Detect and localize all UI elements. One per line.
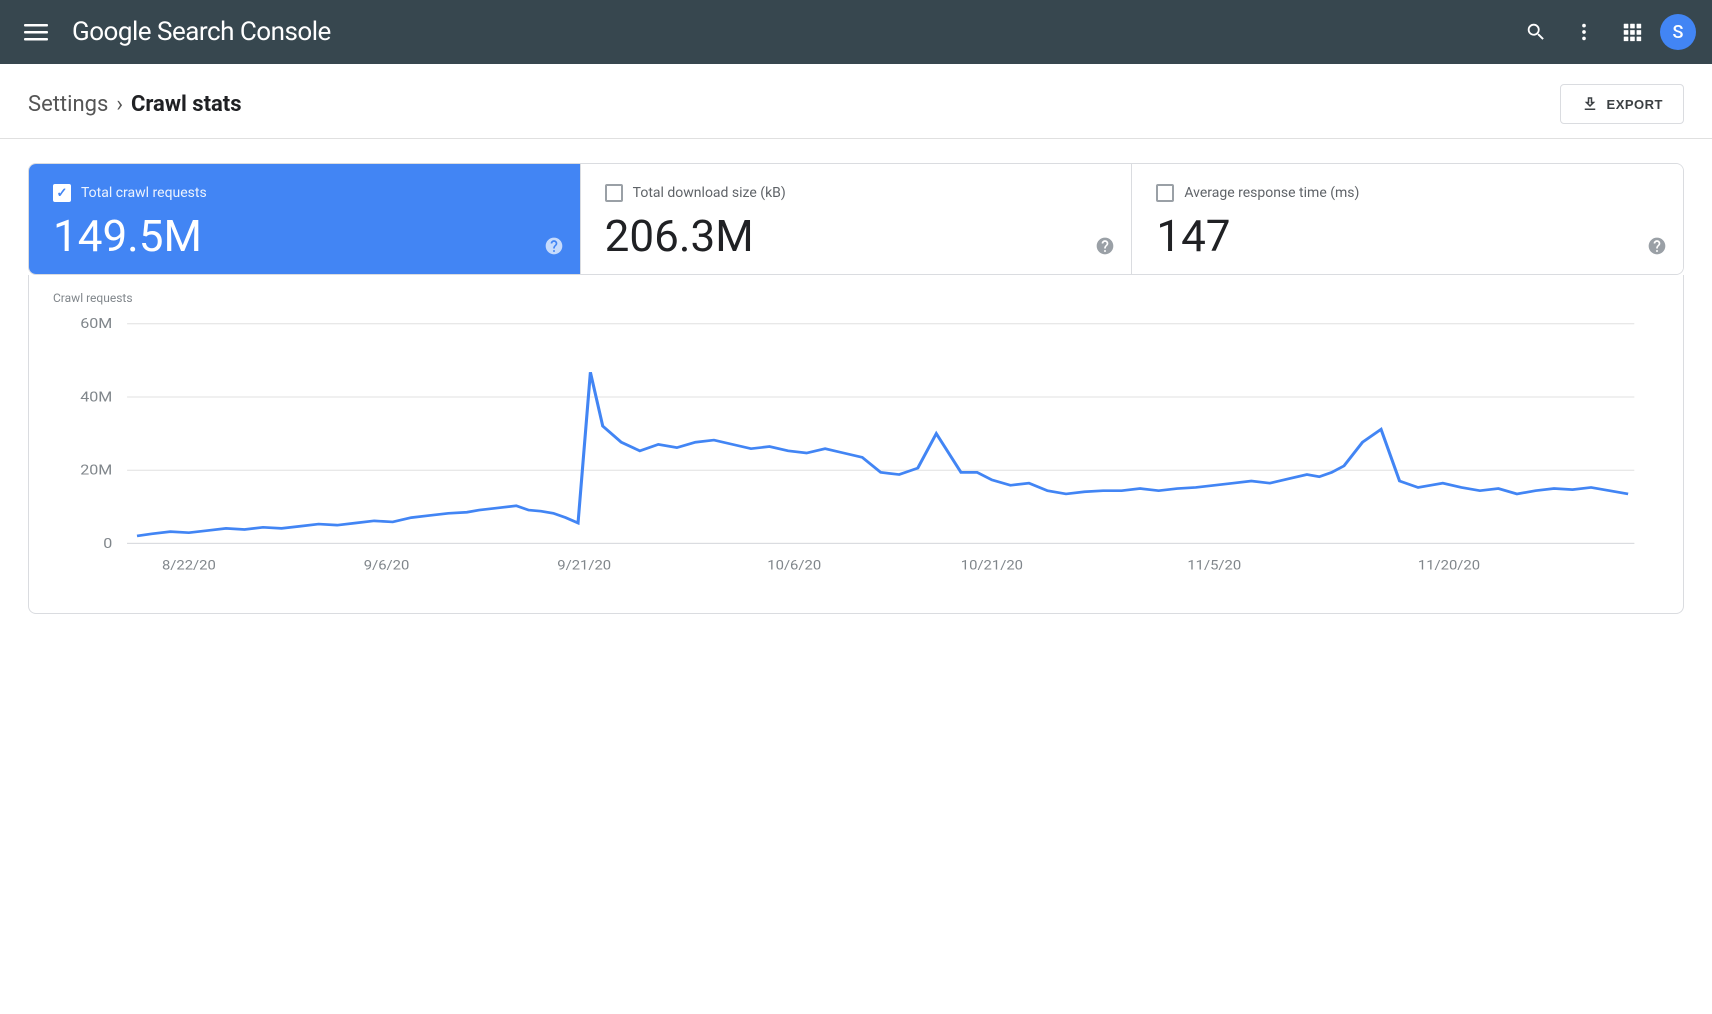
card-checkbox[interactable]	[1156, 184, 1174, 202]
svg-text:11/20/20: 11/20/20	[1418, 558, 1480, 573]
chart-svg: 0 20M 40M 60M 8/22/20 9/6/20 9/21/20 10/…	[53, 313, 1659, 593]
svg-text:60M: 60M	[80, 315, 112, 332]
svg-text:9/21/20: 9/21/20	[557, 558, 611, 573]
card-label: Total download size (kB)	[633, 185, 786, 201]
card-header: Total download size (kB)	[605, 184, 1108, 202]
checkmark-icon: ✓	[57, 187, 68, 200]
svg-text:8/22/20: 8/22/20	[162, 558, 216, 573]
app-header: Google Search Console	[0, 0, 1712, 64]
stat-card-total-download-size[interactable]: Total download size (kB) 206.3M	[581, 164, 1133, 274]
logo-google-text: Google Search Console	[72, 17, 331, 47]
svg-text:40M: 40M	[80, 388, 112, 405]
card-header: ✓ Total crawl requests	[53, 184, 556, 202]
card-value: 149.5M	[53, 214, 556, 258]
breadcrumb-bar: Settings › Crawl stats EXPORT	[0, 64, 1712, 139]
svg-text:10/6/20: 10/6/20	[767, 558, 821, 573]
export-button[interactable]: EXPORT	[1560, 84, 1684, 124]
svg-text:11/5/20: 11/5/20	[1187, 558, 1241, 573]
card-checkbox[interactable]	[605, 184, 623, 202]
help-icon[interactable]	[544, 236, 564, 260]
breadcrumb-separator: ›	[116, 92, 123, 117]
app-logo: Google Search Console	[72, 17, 1500, 47]
breadcrumb: Settings › Crawl stats	[28, 92, 242, 117]
header-actions: S	[1516, 12, 1696, 52]
stat-card-total-crawl-requests[interactable]: ✓ Total crawl requests 149.5M	[29, 164, 581, 274]
main-content: ✓ Total crawl requests 149.5M Total down…	[0, 139, 1712, 638]
svg-text:9/6/20: 9/6/20	[364, 558, 410, 573]
chart-wrapper: 0 20M 40M 60M 8/22/20 9/6/20 9/21/20 10/…	[53, 313, 1659, 593]
menu-icon[interactable]	[16, 12, 56, 52]
card-label: Total crawl requests	[81, 185, 207, 201]
chart-container: Crawl requests 0 20M 40M 60M 8/22/20 9/6…	[28, 275, 1684, 614]
card-value: 206.3M	[605, 214, 1108, 258]
card-checkbox[interactable]: ✓	[53, 184, 71, 202]
svg-text:10/21/20: 10/21/20	[961, 558, 1023, 573]
svg-text:20M: 20M	[80, 462, 112, 479]
stat-cards: ✓ Total crawl requests 149.5M Total down…	[28, 163, 1684, 275]
breadcrumb-current: Crawl stats	[131, 92, 242, 117]
breadcrumb-settings[interactable]: Settings	[28, 92, 108, 117]
export-label: EXPORT	[1607, 97, 1663, 112]
svg-text:0: 0	[103, 535, 112, 552]
help-icon[interactable]	[1647, 236, 1667, 260]
help-icon[interactable]	[1095, 236, 1115, 260]
stat-card-avg-response-time[interactable]: Average response time (ms) 147	[1132, 164, 1683, 274]
apps-icon[interactable]	[1612, 12, 1652, 52]
more-options-icon[interactable]	[1564, 12, 1604, 52]
card-value: 147	[1156, 214, 1659, 258]
card-label: Average response time (ms)	[1184, 185, 1359, 201]
search-icon[interactable]	[1516, 12, 1556, 52]
card-header: Average response time (ms)	[1156, 184, 1659, 202]
chart-y-axis-label: Crawl requests	[53, 291, 1659, 305]
avatar[interactable]: S	[1660, 14, 1696, 50]
